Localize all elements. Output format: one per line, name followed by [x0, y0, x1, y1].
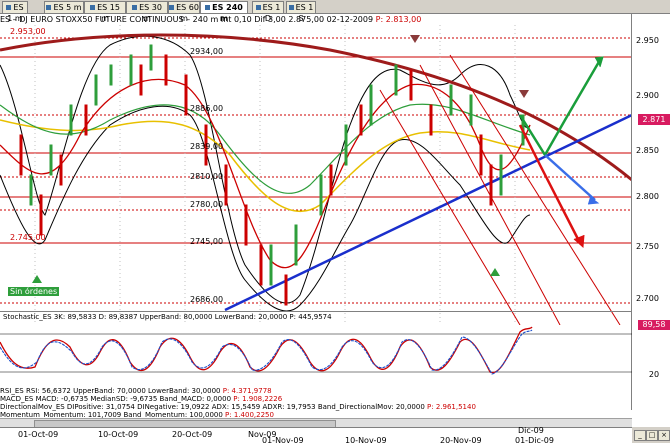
price-y-axis: 2.950 2.900 2.850 2.800 2.750 2.700 2.87… [631, 14, 670, 410]
close-value: 2.875,00 [288, 15, 325, 24]
symbol-label: ES [0, 15, 11, 24]
chart-icon [205, 5, 211, 10]
down-marker-icon [410, 35, 420, 43]
level-label: 2780,00 [190, 200, 224, 209]
x-tick: 01-Oct-09 [18, 430, 59, 439]
tab-es-15m[interactable]: ES 15 m [84, 1, 126, 23]
tab-es-1m[interactable]: ES 1 m [2, 1, 28, 23]
osc-value-badge: 89,58 [638, 320, 670, 330]
level-label: 2934,00 [190, 47, 224, 56]
level-label: 2686,00 [190, 295, 224, 304]
chart-info-bar: ES – DJ EURO STOXX50 FUTURE CONTINUOUS –… [0, 15, 422, 24]
timeframe-tabbar: ES 1 m ES 5 m ES 15 m ES 30 m ES 60 m ES… [0, 0, 670, 23]
pane-separator [0, 311, 632, 312]
x-tick: 10-Nov-09 [345, 436, 387, 445]
red-arrow[interactable] [518, 124, 582, 244]
y-tick: 2.850 [636, 146, 659, 155]
last-price-badge: 2.871 [638, 114, 670, 125]
level-label: 2886,00 [190, 104, 224, 113]
tab-es-30m[interactable]: ES 30 m [126, 1, 168, 23]
vertical-grid [34, 25, 516, 325]
channel-line [379, 89, 521, 325]
x-tick: Dic-09 [518, 426, 544, 435]
x-tick: 20-Nov-09 [440, 436, 482, 445]
chart-icon [169, 5, 175, 10]
up-marker-icon [32, 275, 42, 283]
maximize-icon[interactable]: □ [646, 430, 658, 441]
ma-green [0, 103, 531, 194]
chart-icon [132, 5, 138, 10]
y-tick: 2.750 [636, 242, 659, 251]
tab-es-1d[interactable]: ES 1 D [252, 1, 284, 23]
sin-ordenes-badge[interactable]: Sin órdenes [8, 287, 60, 296]
x-tick: 01-Nov-09 [262, 436, 304, 445]
osc-band-badge: 20 [638, 370, 670, 380]
y-tick: 2.800 [636, 192, 659, 201]
down-marker-icon [519, 90, 529, 98]
stochastic-label: Stochastic_ES 3K: 89,5833 D: 89,8387 Upp… [3, 313, 332, 321]
date-label: 02-12-2009 [326, 15, 374, 24]
y-tick: 2.950 [636, 36, 659, 45]
symbol-description: DJ EURO STOXX50 FUTURE CONTINUOUS [19, 15, 184, 24]
y-tick: 2.900 [636, 91, 659, 100]
chart-icon [255, 5, 261, 10]
close-icon[interactable]: × [658, 430, 670, 441]
level-label: 2.745,00 [10, 233, 46, 242]
chart-icon [46, 5, 52, 10]
level-label: 2745,00 [190, 237, 224, 246]
window-controls: _ □ × [632, 427, 670, 443]
date-x-axis: 01-Oct-09 10-Oct-09 20-Oct-09 Nov-09 01-… [0, 426, 632, 445]
up-marker-icon [490, 268, 500, 276]
y-tick: 2.700 [636, 294, 659, 303]
x-tick: 20-Oct-09 [172, 430, 213, 439]
stochastic-chart[interactable] [0, 322, 632, 382]
candles [19, 44, 525, 306]
tab-es-1s[interactable]: ES 1 S [286, 1, 316, 23]
chart-icon [6, 5, 12, 10]
interval-label: 240 m [192, 15, 219, 24]
price-chart[interactable] [0, 25, 632, 325]
tab-es-240m[interactable]: ES 240 m [200, 1, 248, 23]
level-label: 2.953,00 [10, 27, 46, 36]
bollinger-upper [0, 35, 531, 304]
minimize-icon[interactable]: _ [634, 430, 646, 441]
tab-es-5m[interactable]: ES 5 m [44, 1, 84, 13]
diff-label: Dif 3,00 [254, 15, 286, 24]
chart-icon [90, 5, 96, 10]
tab-es-60m[interactable]: ES 60 m [168, 1, 200, 23]
x-tick: 01-Dic-09 [515, 436, 554, 445]
level-label: 2810,00 [190, 172, 224, 181]
tick-label: Int 0,10 [220, 15, 252, 24]
x-tick: 10-Oct-09 [98, 430, 139, 439]
chart-icon [288, 5, 294, 10]
price-p-label: P: 2.813,00 [375, 15, 422, 24]
green-arrow[interactable] [518, 59, 602, 158]
level-label: 2839,00 [190, 142, 224, 151]
